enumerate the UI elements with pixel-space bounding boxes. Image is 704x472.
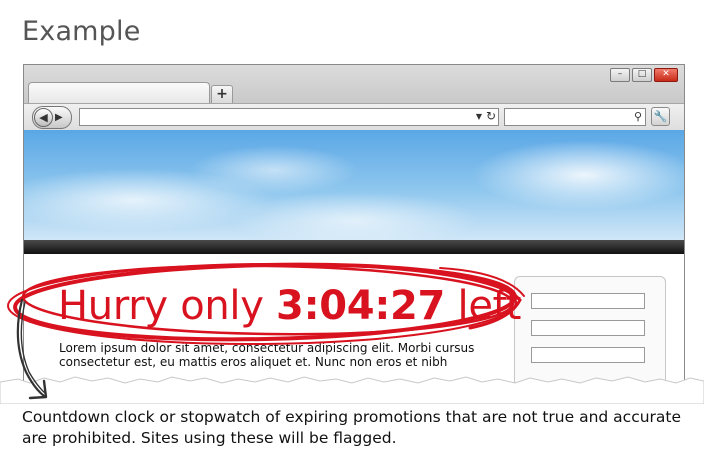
- minimize-button[interactable]: –: [610, 68, 630, 82]
- site-navbar: [24, 240, 684, 254]
- sidebar-field[interactable]: [531, 320, 645, 336]
- back-arrow-icon[interactable]: ◀: [34, 108, 53, 127]
- torn-paper-edge: [0, 376, 704, 404]
- dropdown-icon[interactable]: ▼: [476, 109, 482, 125]
- close-button[interactable]: ✕: [654, 68, 678, 82]
- promo-prefix: Hurry only: [58, 283, 277, 329]
- caption-text: Countdown clock or stopwatch of expiring…: [22, 408, 682, 447]
- browser-tab[interactable]: [28, 82, 210, 105]
- search-input[interactable]: ⚲: [504, 108, 646, 126]
- wrench-icon[interactable]: 🔧: [651, 107, 670, 126]
- example-heading: Example: [22, 16, 141, 47]
- reload-icon[interactable]: ↻: [486, 108, 496, 125]
- forward-arrow-icon[interactable]: ▶: [55, 108, 63, 127]
- nav-buttons: ◀ ▶: [32, 106, 72, 129]
- maximize-button[interactable]: □: [632, 68, 652, 82]
- search-icon[interactable]: ⚲: [634, 109, 642, 125]
- browser-titlebar: – □ ✕ +: [24, 65, 684, 105]
- countdown-promo-text: Hurry only 3:04:27 left: [58, 283, 521, 329]
- countdown-timer: 3:04:27: [276, 283, 446, 329]
- address-bar[interactable]: ▼ ↻: [79, 108, 499, 126]
- sidebar-field[interactable]: [531, 293, 645, 309]
- new-tab-button[interactable]: +: [211, 85, 233, 103]
- browser-mockup: – □ ✕ + ◀ ▶ ▼ ↻ ⚲ 🔧 Lorem ipsum dolor si…: [23, 64, 685, 396]
- body-text: Lorem ipsum dolor sit amet, consectetur …: [59, 341, 475, 369]
- sidebar-field[interactable]: [531, 347, 645, 363]
- browser-toolbar: ◀ ▶ ▼ ↻ ⚲ 🔧: [24, 103, 684, 131]
- sky-banner-image: [24, 130, 684, 240]
- promo-suffix: left: [445, 283, 522, 329]
- window-controls: – □ ✕: [610, 68, 678, 82]
